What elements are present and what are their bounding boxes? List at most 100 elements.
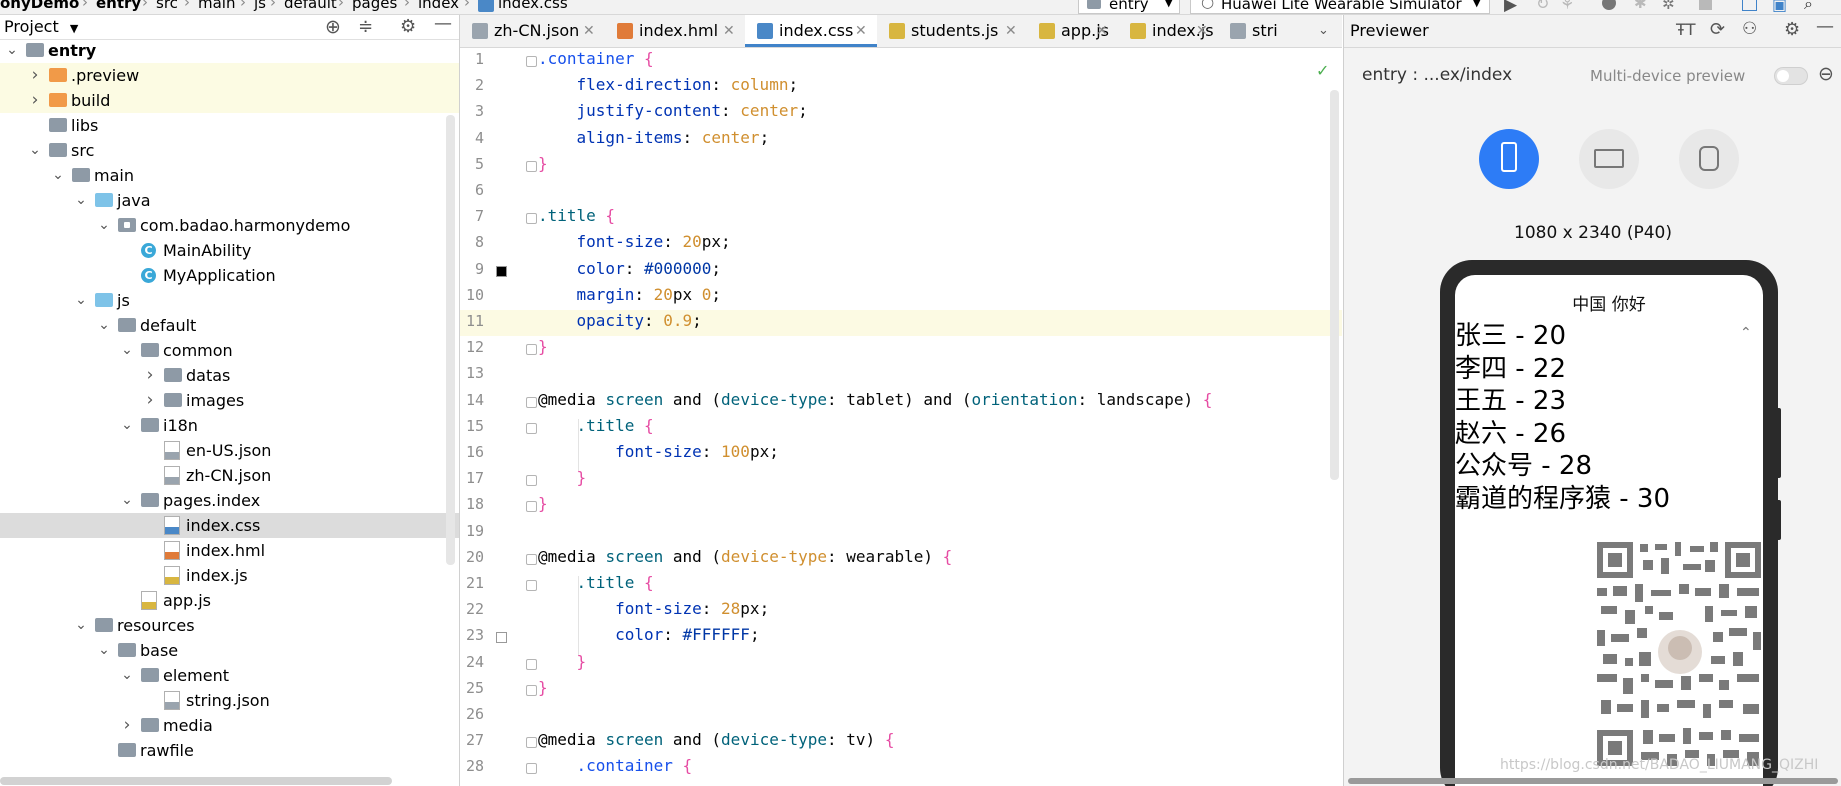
horizontal-scrollbar[interactable] [0,777,392,785]
tree-item[interactable]: app.js [0,588,459,613]
tree-item[interactable]: zh-CN.json [0,463,459,488]
fold-marker-icon[interactable] [526,737,537,749]
chevron-down-icon[interactable]: ⌄ [121,413,133,438]
device-screen[interactable]: 中国 你好 ⌃ 张三 - 20 李四 - 22 王五 - 23 赵六 - 26 公众号 … [1455,275,1763,786]
font-size-icon[interactable]: ŦT [1676,20,1696,39]
tab-stri[interactable]: stri [1218,15,1318,47]
tree-item[interactable]: ⌄ js [0,288,459,313]
close-icon[interactable]: ✕ [723,15,735,47]
locate-file-icon[interactable]: ⊕ [325,16,341,38]
chevron-down-icon[interactable]: ⌄ [75,288,87,313]
chevron-down-icon[interactable]: ⌄ [52,163,64,188]
tree-item[interactable]: ⌄ element [0,663,459,688]
tree-item[interactable]: index.hml [0,538,459,563]
attach-icon[interactable]: ⚘ [1560,0,1574,13]
device-selector[interactable]: ○ Huawei Lite Wearable Simulator ▼ [1190,0,1490,14]
previewer-scrollbar[interactable] [1348,778,1838,784]
chevron-down-icon[interactable]: ⌄ [6,38,18,63]
close-icon[interactable]: ✕ [855,15,867,47]
chevron-down-icon[interactable]: ⌄ [121,488,133,513]
close-icon[interactable]: ✕ [1196,15,1208,47]
code-area[interactable]: 1 .container {2 flex-direction: column; 3 … [460,48,1342,786]
breadcrumb-item[interactable]: pages [352,0,397,12]
tree-item[interactable]: ⌄ i18n [0,413,459,438]
tree-item[interactable]: libs [0,113,459,138]
multi-device-toggle[interactable] [1774,67,1808,85]
tree-item[interactable]: C MainAbility [0,238,459,263]
refresh-icon[interactable]: ⟳ [1710,19,1725,40]
tab-index-css[interactable]: index.css ✕ [745,15,877,47]
module-selector[interactable]: entry ▼ [1078,0,1180,14]
tree-item[interactable]: ⌄ com.badao.harmonydemo [0,213,459,238]
fold-marker-icon[interactable] [526,501,537,513]
tree-item[interactable]: ⌄ pages.index [0,488,459,513]
profiler-icon[interactable] [1602,0,1616,10]
chevron-right-icon[interactable]: › [29,63,41,88]
breadcrumb-item[interactable]: default [284,0,337,12]
chevron-down-icon[interactable]: ⌄ [75,613,87,638]
fold-marker-icon[interactable] [526,213,537,225]
tv-device-button[interactable] [1579,129,1639,189]
gear-icon[interactable]: ⚙ [1784,19,1800,40]
breadcrumb-item[interactable]: index [418,0,459,12]
bug-icon[interactable]: ✱ [1634,0,1647,12]
tree-scrollbar[interactable] [446,115,455,565]
tree-item[interactable]: ⌄ entry [0,38,459,63]
tab-index-js[interactable]: index.js ✕ [1118,15,1218,47]
tree-item[interactable]: › datas [0,363,459,388]
fold-marker-icon[interactable] [526,475,537,487]
phone-device-button[interactable] [1479,129,1539,189]
fold-marker-icon[interactable] [526,56,537,67]
breadcrumb-item[interactable]: src [156,0,178,12]
breadcrumb-item[interactable]: entry [96,0,141,12]
chevron-right-icon[interactable]: › [144,388,156,413]
fold-marker-icon[interactable] [526,658,537,670]
chevron-down-icon[interactable]: ⌄ [75,188,87,213]
minimize-icon[interactable]: — [434,15,452,34]
chevron-right-icon[interactable]: › [144,363,156,388]
watch-device-button[interactable] [1679,129,1739,189]
close-icon[interactable]: ✕ [583,15,595,47]
chevron-down-icon[interactable]: ⌄ [98,313,110,338]
chevron-down-icon[interactable]: ⌄ [121,663,133,688]
tree-item[interactable]: › media [0,713,459,738]
breadcrumb-item[interactable]: index.css [498,0,568,12]
fold-marker-icon[interactable] [526,422,537,434]
tree-item[interactable]: ⌄ src [0,138,459,163]
breadcrumb-item[interactable]: onyDemo [0,0,79,12]
fold-marker-icon[interactable] [526,344,537,356]
editor-scrollbar[interactable] [1330,90,1339,480]
chevron-down-icon[interactable]: ⌄ [98,213,110,238]
inspector-icon[interactable]: ⚇ [1742,19,1757,39]
tree-item[interactable]: ⌄ main [0,163,459,188]
tree-item[interactable]: C MyApplication [0,263,459,288]
tree-item[interactable]: en-US.json [0,438,459,463]
project-structure-icon[interactable] [1742,0,1757,11]
tree-item[interactable]: ⌄ java [0,188,459,213]
tree-item[interactable]: index.css [0,513,459,538]
breadcrumb-item[interactable]: js [254,0,266,12]
debug-icon[interactable]: ↻ [1536,0,1549,13]
chevron-down-icon[interactable]: ⌄ [29,138,41,163]
fold-marker-icon[interactable] [526,763,537,775]
tree-item[interactable]: rawfile [0,738,459,763]
stop-icon[interactable] [1699,0,1712,10]
chevron-down-icon[interactable]: ⌄ [98,638,110,663]
tab-list-chevron-icon[interactable]: ⌄ [1318,23,1329,38]
zoom-out-icon[interactable]: ⊖ [1818,63,1834,85]
tree-item[interactable]: ⌄ resources [0,613,459,638]
breadcrumb-item[interactable]: main [198,0,235,12]
fold-marker-icon[interactable] [526,396,537,408]
tab-index-hml[interactable]: index.hml ✕ [605,15,745,47]
chevron-up-icon[interactable]: ⌃ [1740,325,1752,341]
sdk-manager-icon[interactable]: ▣ [1772,0,1787,14]
fold-marker-icon[interactable] [526,160,537,172]
tree-item[interactable]: ⌄ default [0,313,459,338]
tree-item[interactable]: › .preview [0,63,459,88]
tree-item[interactable]: ⌄ common [0,338,459,363]
tree-item[interactable]: string.json [0,688,459,713]
close-icon[interactable]: ✕ [1005,15,1017,47]
tab-app-js[interactable]: app.js ✕ [1027,15,1118,47]
tab-students-js[interactable]: students.js ✕ [877,15,1027,47]
color-swatch-icon[interactable] [496,632,507,644]
